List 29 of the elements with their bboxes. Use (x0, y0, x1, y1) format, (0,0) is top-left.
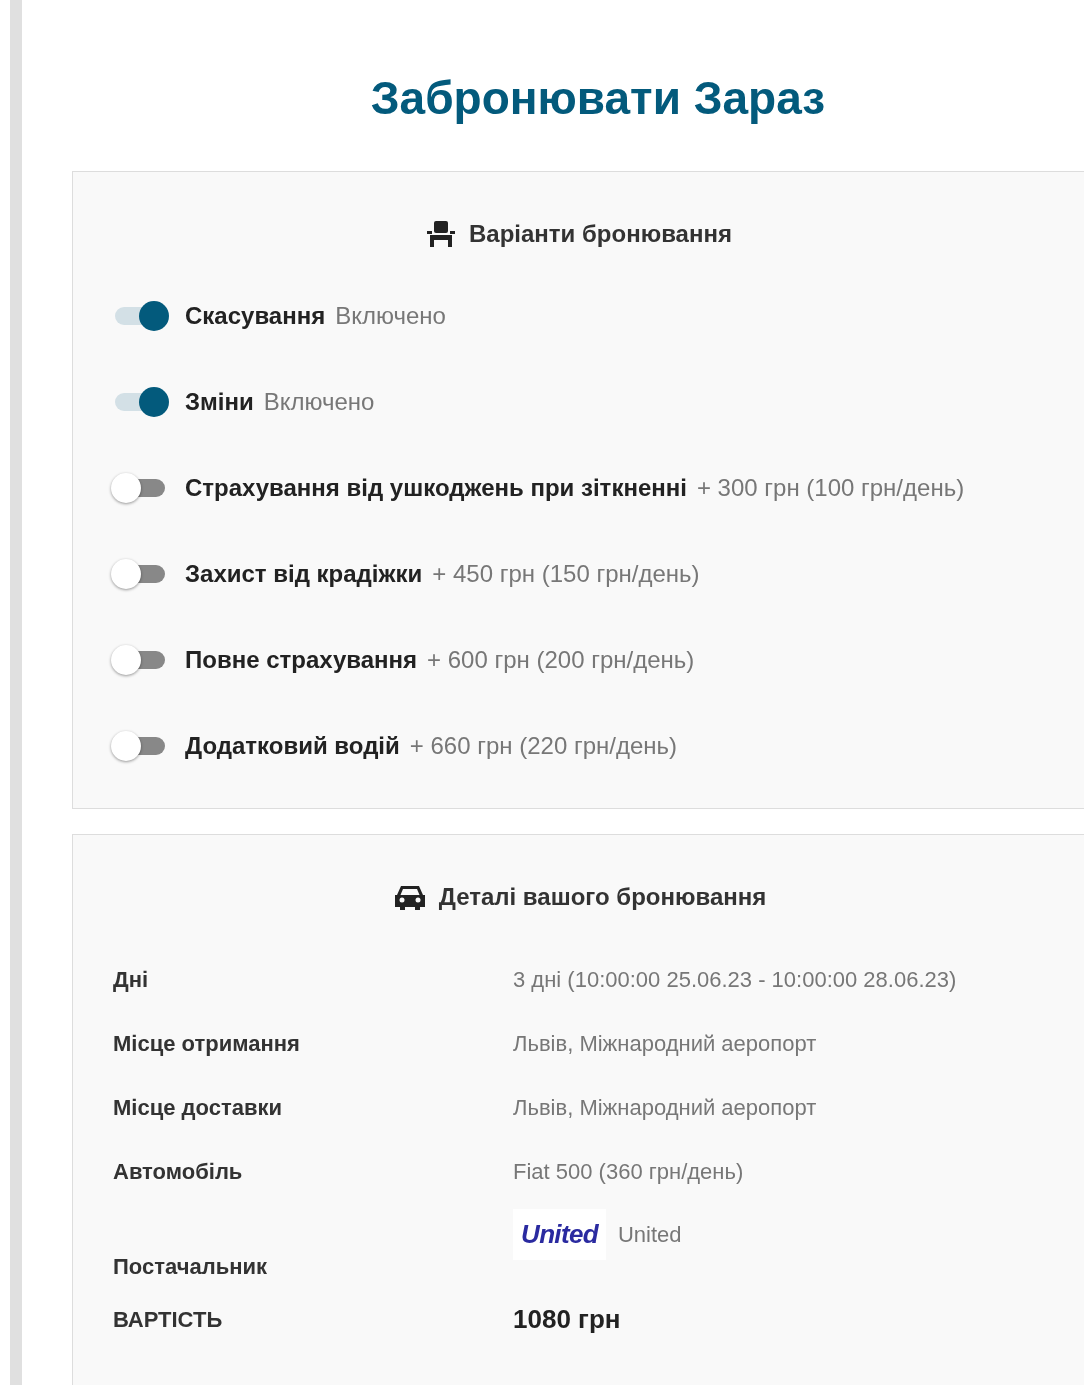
detail-label: Місце доставки (113, 1093, 283, 1122)
option-detail: Включено (335, 301, 446, 331)
option-detail: + 450 грн (150 грн/день) (432, 559, 700, 589)
option-label: Захист від крадіжки (185, 559, 423, 589)
panel-heading: Деталі вашого бронювання (438, 882, 767, 912)
page-title: Забронювати Зараз (369, 71, 827, 126)
detail-value: United (618, 1221, 682, 1249)
option-detail: Включено (263, 387, 375, 417)
option-label: Страхування від ушкоджень при зіткненні (185, 473, 687, 503)
option-detail: + 600 грн (200 грн/день) (427, 645, 695, 675)
option-detail: + 300 грн (100 грн/день) (696, 473, 965, 503)
option-label: Скасування (185, 301, 326, 331)
option-label: Додатковий водій (185, 731, 400, 761)
option-label: Повне страхування (185, 645, 418, 675)
detail-value: Львів, Міжнародний аеропорт (513, 1029, 817, 1058)
detail-label: Автомобіль (113, 1157, 244, 1186)
detail-label: Постачальник (113, 1253, 268, 1281)
option-label: Зміни (185, 387, 254, 417)
panel-heading: Варіанти бронювання (469, 219, 732, 249)
detail-value: Львів, Міжнародний аеропорт (513, 1093, 817, 1122)
total-price: 1080 грн (513, 1302, 621, 1336)
detail-label: ВАРТІСТЬ (113, 1305, 224, 1334)
option-detail: + 660 грн (220 грн/день) (409, 731, 678, 761)
supplier-logo: United (513, 1209, 606, 1260)
detail-value: 3 дні (10:00:00 25.06.23 - 10:00:00 28.06.23) (513, 965, 957, 994)
seat-icon (425, 219, 457, 249)
detail-value: Fiat 500 (360 грн/день) (513, 1157, 744, 1186)
detail-label: Місце отримання (113, 1029, 301, 1058)
detail-label: Дні (113, 965, 150, 994)
